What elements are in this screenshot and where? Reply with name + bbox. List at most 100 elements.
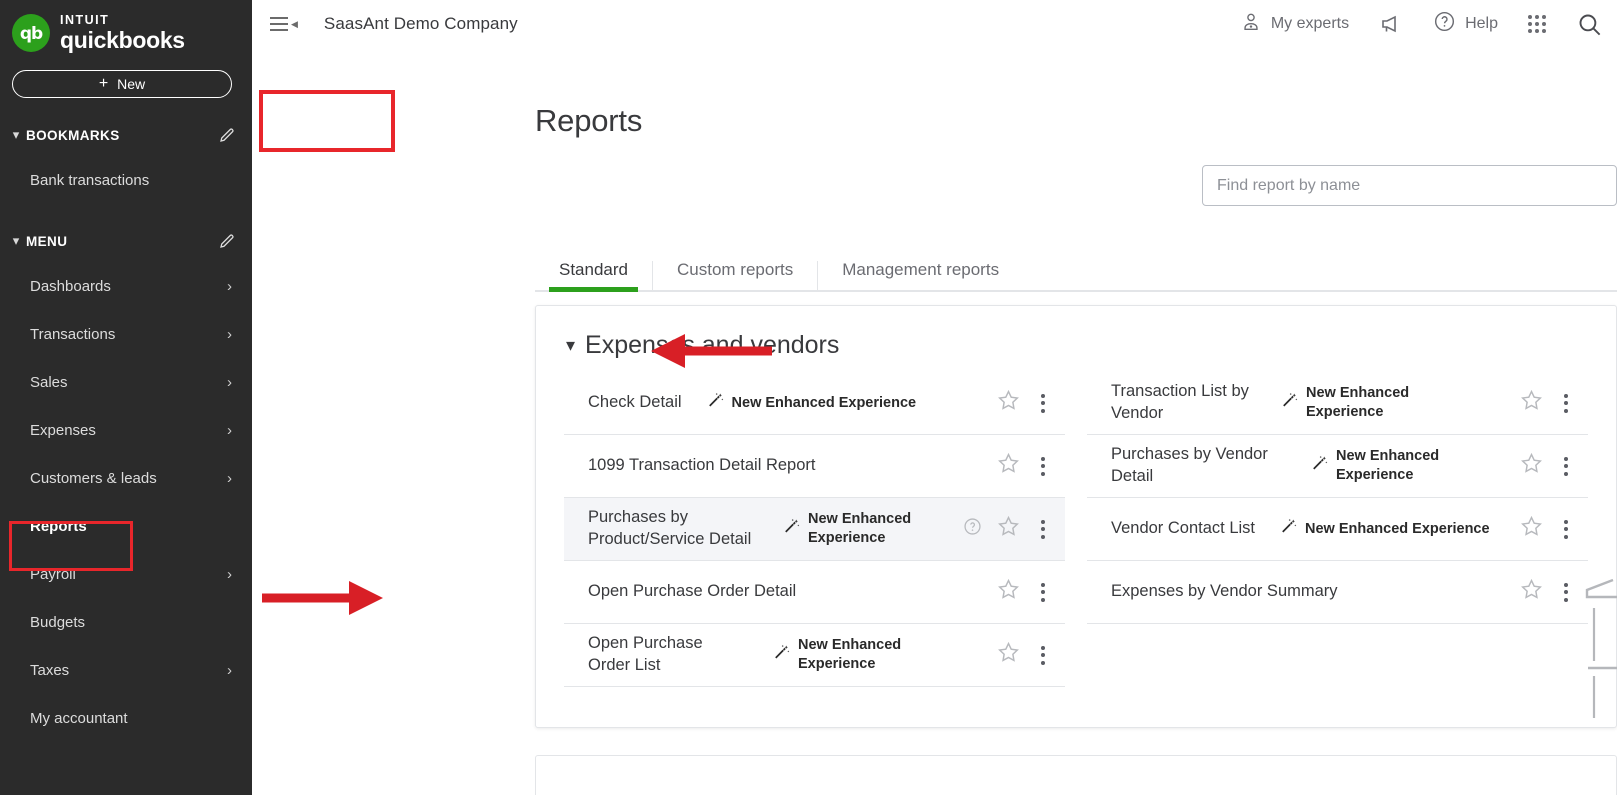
sidebar-item-label: Dashboards	[30, 277, 111, 295]
favorite-star-icon[interactable]	[996, 640, 1021, 670]
report-name[interactable]: Vendor Contact List	[1111, 518, 1255, 540]
badge-label: New Enhanced Experience	[731, 394, 917, 411]
row-menu-kebab-icon[interactable]	[1035, 453, 1051, 480]
favorite-star-icon[interactable]	[996, 577, 1021, 607]
row-menu-kebab-icon[interactable]	[1558, 516, 1574, 543]
help-button[interactable]: Help	[1433, 10, 1498, 38]
table-row[interactable]: Open Purchase Order Detail	[564, 561, 1065, 624]
page-title: Reports	[535, 103, 643, 138]
report-name[interactable]: Open Purchase Order List	[588, 633, 748, 677]
bookmarks-label: BOOKMARKS	[26, 127, 120, 143]
sidebar-item-dashboards[interactable]: Dashboards ›	[0, 262, 252, 310]
search-icon[interactable]	[1576, 11, 1603, 38]
report-tabs: Standard Custom reports Management repor…	[535, 240, 1617, 292]
table-row[interactable]: Vendor Contact List New Enhanced Experie…	[1087, 498, 1588, 561]
brand-intuit-text: INTUIT	[60, 13, 110, 28]
pencil-icon[interactable]	[218, 126, 236, 144]
grid-apps-icon[interactable]	[1528, 15, 1546, 33]
favorite-star-icon[interactable]	[996, 388, 1021, 418]
new-button[interactable]: + New	[12, 70, 232, 98]
help-label: Help	[1465, 15, 1498, 32]
row-menu-kebab-icon[interactable]	[1035, 579, 1051, 606]
chevron-right-icon: ›	[227, 565, 232, 583]
badge-label: New Enhanced Experience	[798, 637, 902, 672]
favorite-star-icon[interactable]	[1519, 514, 1544, 544]
question-circle-icon	[1433, 10, 1456, 38]
person-icon	[1240, 11, 1262, 38]
search-input[interactable]	[1202, 165, 1617, 206]
table-row[interactable]: Transaction List by Vendor New Enhanced …	[1087, 372, 1588, 435]
quickbooks-reports-page: qb INTUIT quickbooks + New ▾ BOOKMARKS B…	[0, 0, 1617, 795]
table-row[interactable]: Purchases by Vendor Detail New Enhanced …	[1087, 435, 1588, 498]
row-menu-kebab-icon[interactable]	[1558, 579, 1574, 606]
report-name[interactable]: 1099 Transaction Detail Report	[588, 455, 815, 477]
magic-wand-icon	[782, 517, 801, 542]
sidebar-item-transactions[interactable]: Transactions ›	[0, 310, 252, 358]
row-menu-kebab-icon[interactable]	[1558, 453, 1574, 480]
favorite-star-icon[interactable]	[1519, 451, 1544, 481]
sidebar-section-bookmarks[interactable]: ▾ BOOKMARKS	[0, 114, 252, 156]
new-button-label: New	[117, 76, 146, 92]
new-enhanced-experience-badge: New Enhanced Experience	[1310, 447, 1454, 484]
sidebar-item-payroll[interactable]: Payroll ›	[0, 550, 252, 598]
sidebar-item-label: Expenses	[30, 421, 96, 439]
sidebar-item-customers-leads[interactable]: Customers & leads ›	[0, 454, 252, 502]
favorite-star-icon[interactable]	[1519, 577, 1544, 607]
report-name[interactable]: Check Detail	[588, 392, 682, 414]
my-experts-button[interactable]: My experts	[1240, 11, 1349, 38]
megaphone-icon[interactable]	[1379, 12, 1403, 36]
sidebar-item-budgets[interactable]: Budgets	[0, 598, 252, 646]
chevron-right-icon: ›	[227, 421, 232, 439]
top-bar: ◀ SaasAnt Demo Company My experts Help	[252, 0, 1617, 48]
brand-quickbooks-text: quickbooks	[60, 26, 185, 53]
report-name[interactable]: Open Purchase Order Detail	[588, 581, 796, 603]
sidebar-item-label: Sales	[30, 373, 68, 391]
new-enhanced-experience-badge: New Enhanced Experience	[772, 636, 916, 673]
table-row[interactable]: Check Detail New Enhanced Experience	[564, 372, 1065, 435]
favorite-star-icon[interactable]	[1519, 388, 1544, 418]
sidebar-item-label: Taxes	[30, 661, 70, 679]
table-row[interactable]: Open Purchase Order List New Enhanced Ex…	[564, 624, 1065, 687]
table-row[interactable]: Expenses by Vendor Summary	[1087, 561, 1588, 624]
row-menu-kebab-icon[interactable]	[1035, 642, 1051, 669]
tab-management-reports[interactable]: Management reports	[818, 261, 1023, 290]
chevron-right-icon: ›	[227, 325, 232, 343]
chevron-down-icon: ▾	[12, 233, 20, 248]
brand-logo[interactable]: qb INTUIT quickbooks	[0, 0, 252, 52]
table-row[interactable]: 1099 Transaction Detail Report	[564, 435, 1065, 498]
favorite-star-icon[interactable]	[996, 451, 1021, 481]
sidebar-item-label: Payroll	[30, 565, 76, 583]
row-menu-kebab-icon[interactable]	[1035, 516, 1051, 543]
sidebar-item-taxes[interactable]: Taxes ›	[0, 646, 252, 694]
sidebar-item-my-accountant[interactable]: My accountant	[0, 694, 252, 742]
section-header-expenses-and-vendors[interactable]: ▾ Expenses and vendors	[536, 306, 1616, 372]
report-name[interactable]: Purchases by Product/Service Detail	[588, 507, 758, 551]
chevron-down-icon[interactable]: ▾	[566, 335, 575, 356]
help-info-icon[interactable]	[963, 517, 982, 541]
sidebar-item-bank-transactions[interactable]: Bank transactions	[0, 156, 252, 204]
new-enhanced-experience-badge: New Enhanced Experience	[706, 391, 917, 416]
badge-label: New Enhanced Experience	[1336, 448, 1440, 483]
hamburger-collapse-icon[interactable]: ◀	[270, 17, 298, 31]
sidebar-item-reports[interactable]: Reports	[0, 502, 252, 550]
row-menu-kebab-icon[interactable]	[1035, 390, 1051, 417]
chevron-down-icon: ▾	[12, 127, 20, 142]
svg-text:qb: qb	[20, 24, 43, 44]
report-name[interactable]: Transaction List by Vendor	[1111, 381, 1256, 425]
sidebar-item-label: Customers & leads	[30, 469, 157, 487]
sidebar-item-expenses[interactable]: Expenses ›	[0, 406, 252, 454]
section-title: Expenses and vendors	[585, 331, 840, 359]
favorite-star-icon[interactable]	[996, 514, 1021, 544]
quickbooks-logo-icon: qb	[12, 14, 50, 52]
sidebar-item-sales[interactable]: Sales ›	[0, 358, 252, 406]
sidebar-section-menu[interactable]: ▾ MENU	[0, 220, 252, 262]
report-name[interactable]: Expenses by Vendor Summary	[1111, 581, 1338, 603]
report-name[interactable]: Purchases by Vendor Detail	[1111, 444, 1286, 488]
tab-standard[interactable]: Standard	[535, 260, 653, 292]
row-menu-kebab-icon[interactable]	[1558, 390, 1574, 417]
tab-label: Standard	[559, 260, 628, 279]
table-row[interactable]: Purchases by Product/Service Detail New …	[564, 498, 1065, 561]
pencil-icon[interactable]	[218, 232, 236, 250]
magic-wand-icon	[1279, 517, 1298, 542]
tab-custom-reports[interactable]: Custom reports	[653, 261, 819, 290]
